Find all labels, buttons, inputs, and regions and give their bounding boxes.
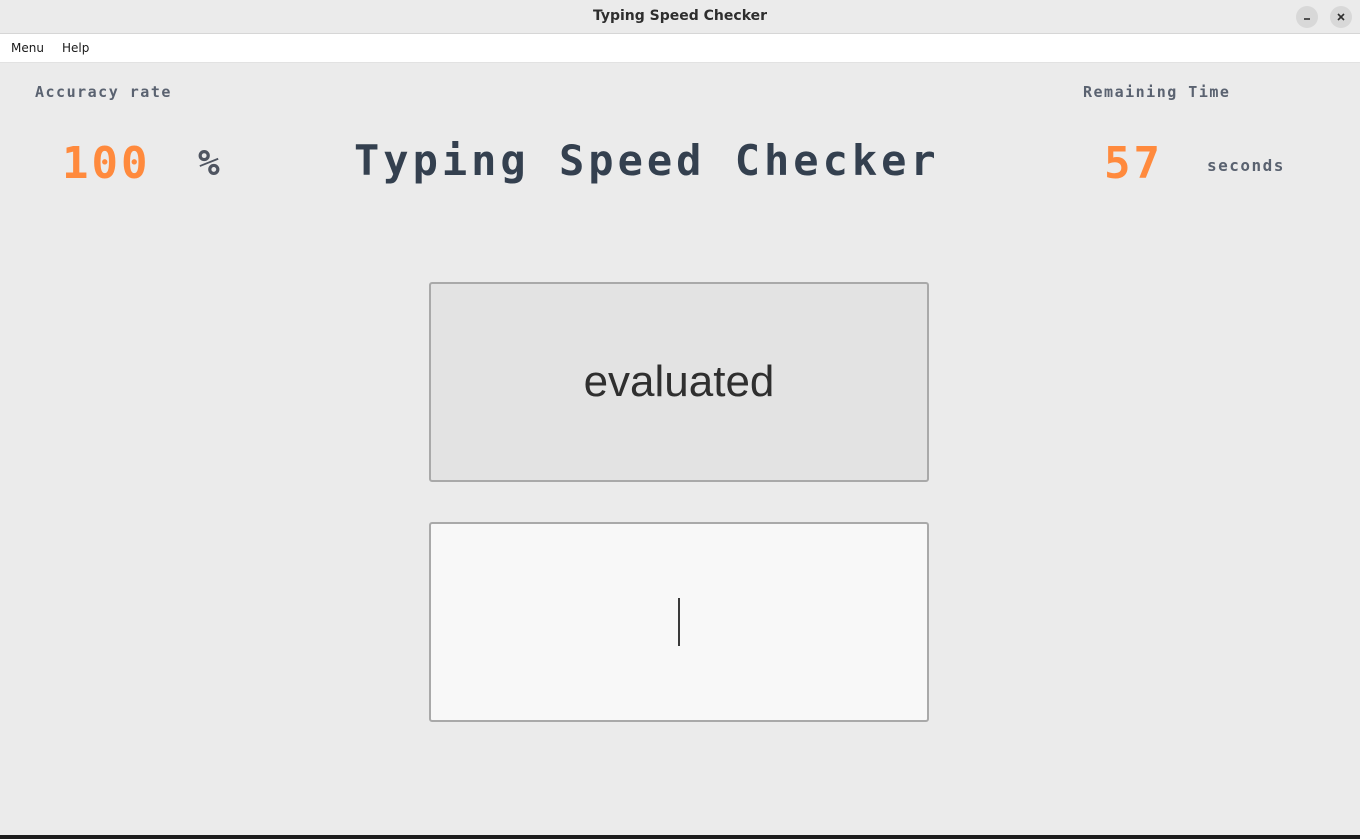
minimize-icon xyxy=(1304,18,1310,20)
menu-help[interactable]: Help xyxy=(62,41,89,55)
text-caret xyxy=(678,598,680,646)
minimize-button[interactable] xyxy=(1296,6,1318,28)
window-title: Typing Speed Checker xyxy=(592,8,768,24)
menu-menu[interactable]: Menu xyxy=(11,41,44,55)
target-word-display: evaluated xyxy=(429,282,929,482)
target-word: evaluated xyxy=(583,357,775,406)
accuracy-value: 100 xyxy=(62,138,151,189)
menu-bar: Menu Help xyxy=(0,34,1360,63)
close-icon xyxy=(1337,13,1345,21)
page-title: Typing Speed Checker xyxy=(354,136,940,185)
remaining-time-value: 57 xyxy=(1104,138,1163,189)
remaining-time-label: Remaining Time xyxy=(1083,83,1231,101)
accuracy-label: Accuracy rate xyxy=(35,83,172,101)
close-button[interactable] xyxy=(1330,6,1352,28)
remaining-time-unit: seconds xyxy=(1207,156,1285,175)
accuracy-unit: % xyxy=(198,143,220,184)
title-bar: Typing Speed Checker xyxy=(0,0,1360,34)
app-window: Typing Speed Checker Menu Help Accuracy … xyxy=(0,0,1360,835)
typing-input[interactable] xyxy=(429,522,929,722)
